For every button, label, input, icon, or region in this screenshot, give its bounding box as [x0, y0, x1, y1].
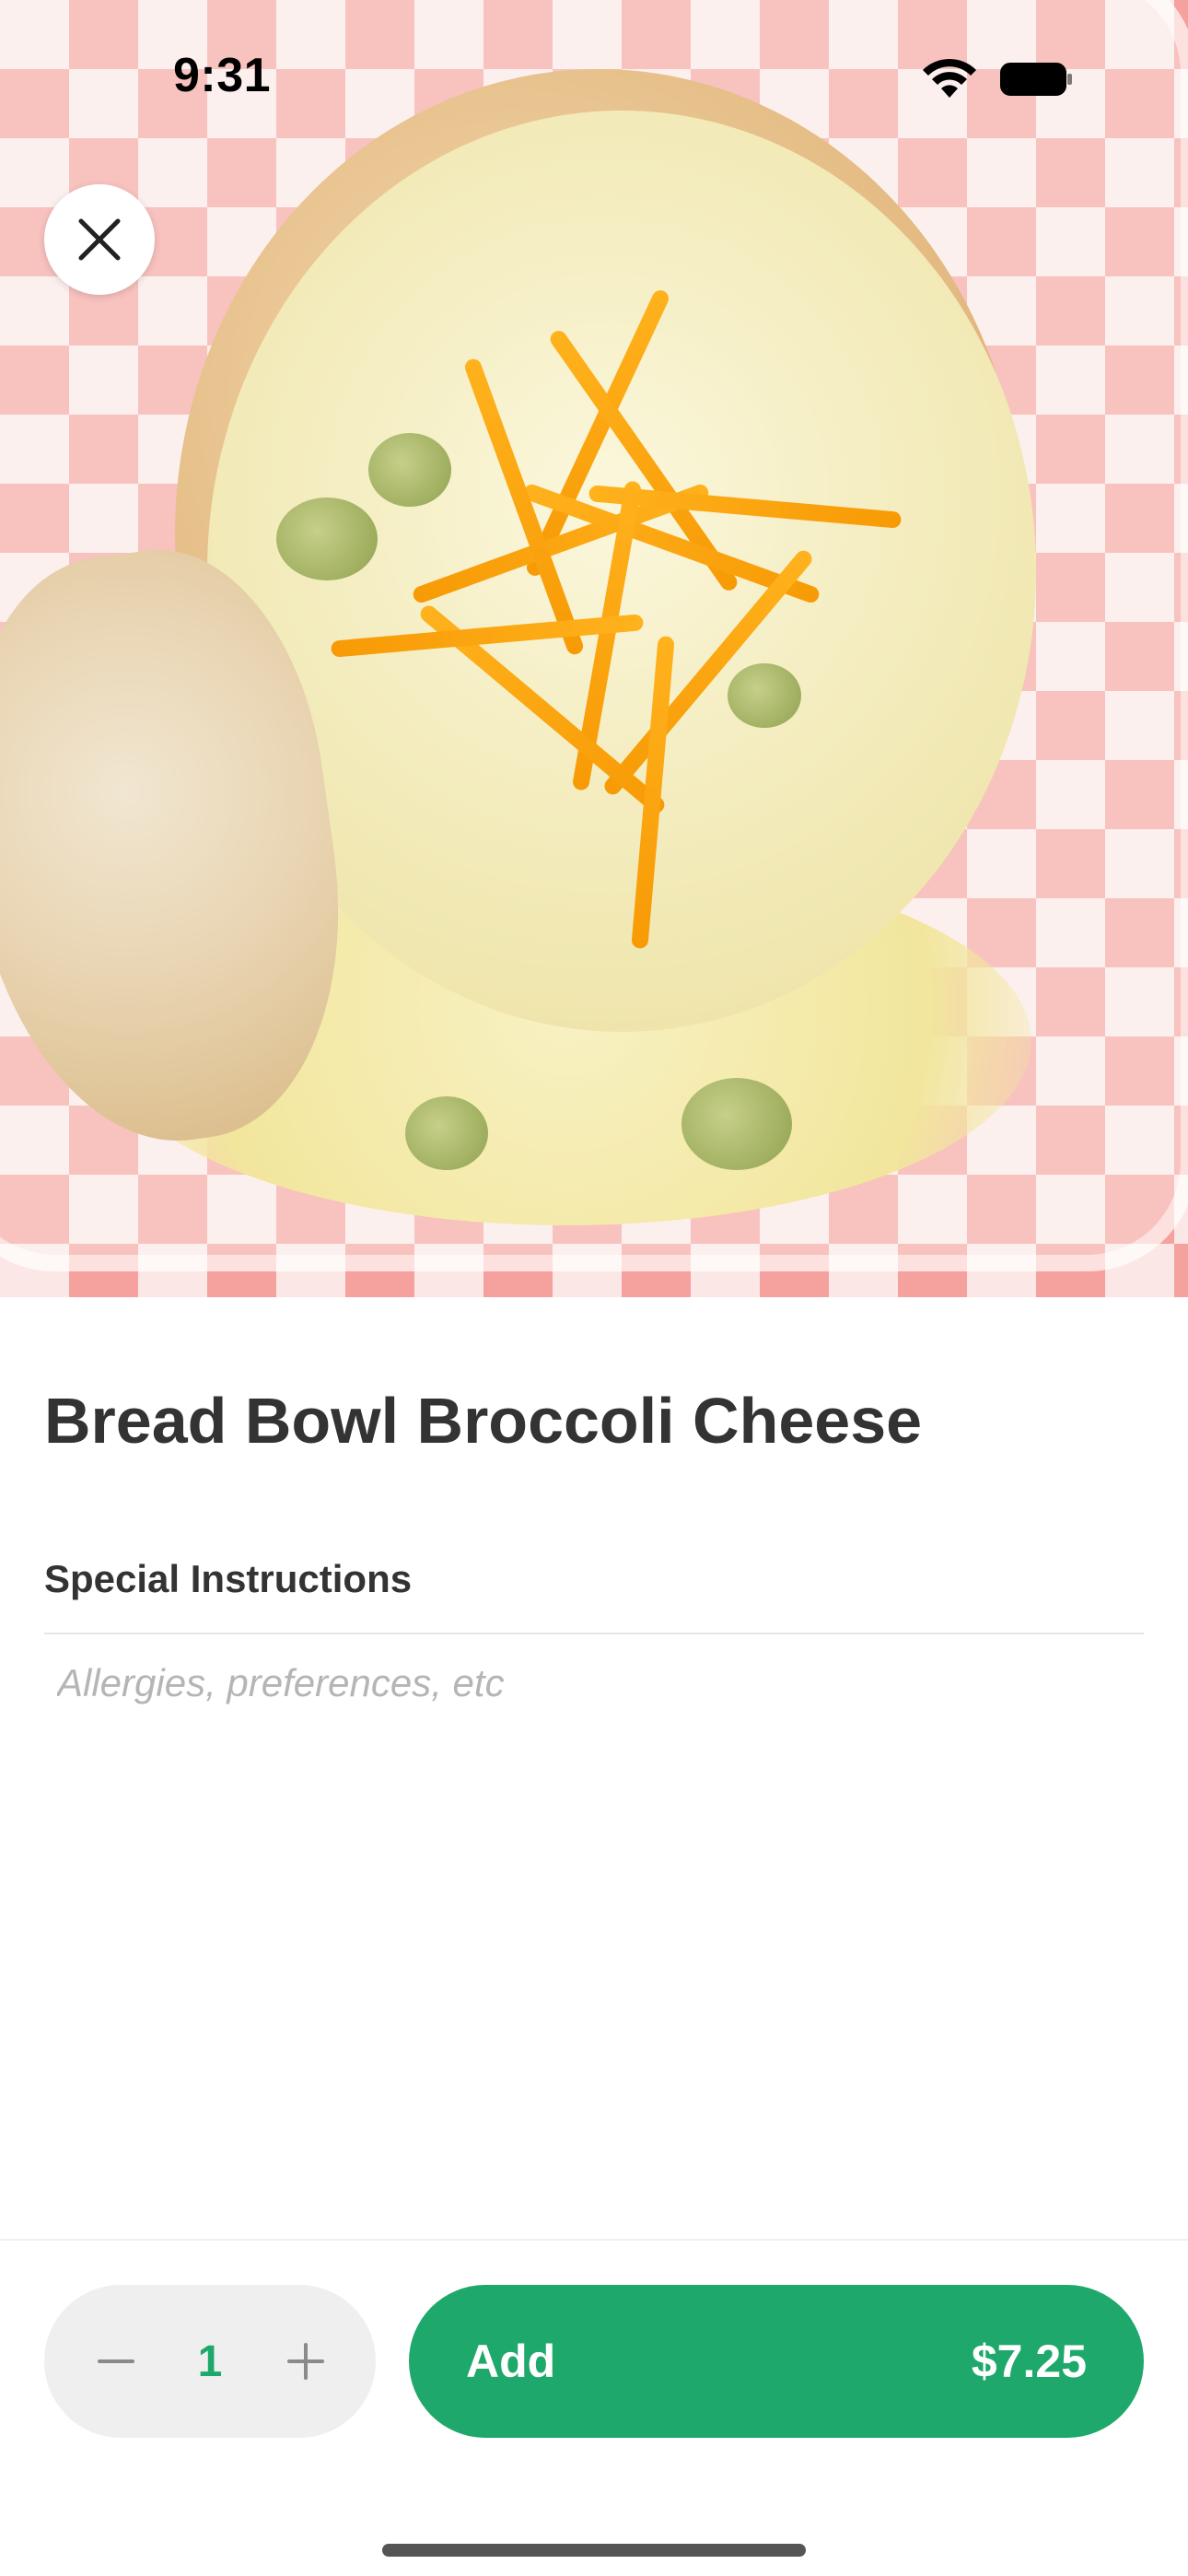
- divider: [44, 1633, 1144, 1634]
- quantity-stepper: 1: [44, 2285, 376, 2438]
- minus-icon: [98, 2359, 134, 2363]
- increase-quantity-button[interactable]: [269, 2324, 343, 2398]
- plus-icon: [287, 2343, 324, 2380]
- home-indicator: [382, 2544, 806, 2557]
- add-to-cart-button[interactable]: Add $7.25: [409, 2285, 1144, 2438]
- photo-broccoli: [681, 1078, 792, 1170]
- item-title: Bread Bowl Broccoli Cheese: [44, 1385, 923, 1457]
- bottom-bar-divider: [0, 2239, 1188, 2241]
- wifi-icon: [923, 58, 976, 98]
- status-time: 9:31: [173, 49, 272, 102]
- close-icon: [78, 218, 121, 261]
- add-button-price: $7.25: [971, 2336, 1087, 2387]
- quantity-value: 1: [197, 2336, 223, 2386]
- item-photo: [0, 0, 1188, 1297]
- add-button-label: Add: [466, 2336, 556, 2387]
- photo-broccoli: [276, 498, 378, 580]
- photo-broccoli: [728, 663, 801, 728]
- special-instructions-label: Special Instructions: [44, 1557, 413, 1600]
- special-instructions-input[interactable]: [44, 1642, 1144, 1725]
- photo-broccoli: [368, 433, 451, 507]
- battery-icon: [1000, 63, 1072, 96]
- decrease-quantity-button[interactable]: [79, 2324, 153, 2398]
- close-button[interactable]: [44, 184, 155, 295]
- photo-broccoli: [405, 1096, 488, 1170]
